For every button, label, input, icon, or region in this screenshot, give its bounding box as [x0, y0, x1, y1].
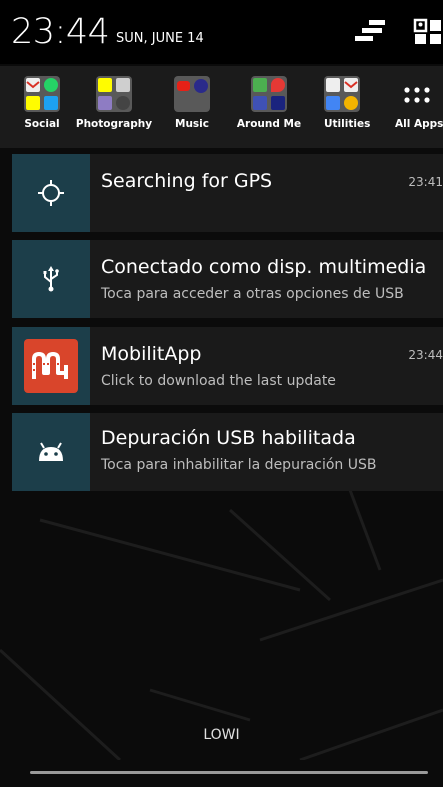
notification-header: 23:44 SUN, JUNE 14 — [0, 0, 443, 64]
notification-usb-connection[interactable]: Conectado como disp. multimedia Toca par… — [12, 240, 443, 318]
notification-mobilitapp[interactable]: MobilitApp Click to download the last up… — [12, 327, 443, 405]
quick-settings-icon[interactable] — [413, 18, 443, 50]
shortcut-bar: Social Photography Music Around Me Utili… — [0, 66, 443, 148]
notification-icon-panel — [12, 413, 90, 491]
shortcut-utilities[interactable]: Utilities — [324, 76, 370, 130]
notification-usb-debugging[interactable]: Depuración USB habilitada Toca para inha… — [12, 413, 443, 491]
drag-handle[interactable] — [30, 771, 428, 774]
notification-icon-panel — [12, 327, 90, 405]
social-folder-icon — [24, 76, 60, 112]
notification-title: MobilitApp — [101, 343, 202, 365]
all-apps-icon — [399, 76, 435, 112]
notification-subtitle: Toca para inhabilitar la depuración USB — [101, 457, 377, 473]
notification-gps[interactable]: Searching for GPS 23:41 — [12, 154, 443, 232]
notification-title: Depuración USB habilitada — [101, 427, 356, 449]
notification-time: 23:41 — [408, 175, 443, 189]
usb-icon — [43, 266, 59, 292]
notification-subtitle: Toca para acceder a otras opciones de US… — [101, 286, 404, 302]
carrier-label: LOWI — [203, 727, 240, 743]
shortcut-music[interactable]: Music — [174, 76, 210, 130]
gps-crosshair-icon — [38, 180, 64, 206]
clear-all-icon[interactable] — [355, 18, 385, 48]
date-label: SUN, JUNE 14 — [116, 31, 204, 46]
music-folder-icon — [174, 76, 210, 112]
notification-subtitle: Click to download the last update — [101, 373, 336, 389]
shortcut-photography[interactable]: Photography — [76, 76, 152, 130]
notification-icon-panel — [12, 154, 90, 232]
shortcut-all-apps[interactable]: All Apps — [395, 76, 443, 130]
notification-icon-panel — [12, 240, 90, 318]
map-background — [0, 489, 443, 762]
android-debug-icon — [39, 442, 63, 461]
utilities-folder-icon — [324, 76, 360, 112]
mobilitapp-icon — [24, 339, 78, 393]
clock: 23:44 — [11, 12, 110, 52]
notification-title: Searching for GPS — [101, 170, 273, 192]
notification-time: 23:44 — [408, 348, 443, 362]
shortcut-social[interactable]: Social — [24, 76, 60, 130]
around-me-folder-icon — [251, 76, 287, 112]
shortcut-around-me[interactable]: Around Me — [237, 76, 301, 130]
photography-folder-icon — [96, 76, 132, 112]
notification-title: Conectado como disp. multimedia — [101, 256, 427, 278]
